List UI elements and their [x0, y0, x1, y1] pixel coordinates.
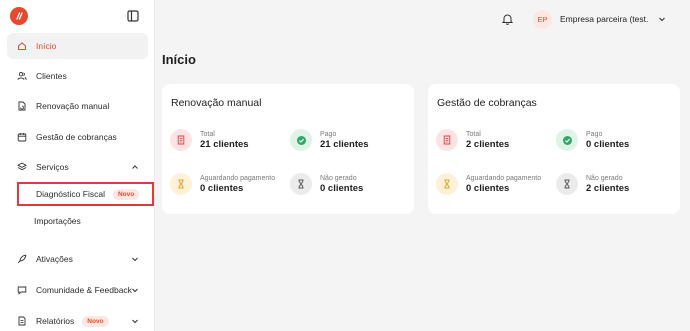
stat-total: Total 21 clientes — [170, 129, 249, 151]
sidebar-item-inicio[interactable]: Início — [7, 33, 148, 59]
logo-slashes-icon — [16, 12, 23, 20]
stat-label: Pago — [320, 130, 337, 138]
check-circle-icon — [556, 129, 578, 151]
users-icon — [17, 71, 27, 81]
stat-value: 0 clientes — [320, 182, 364, 194]
hourglass-icon — [170, 173, 192, 195]
sidebar-item-comunidade-feedback[interactable]: Comunidade & Feedback — [7, 277, 148, 303]
hourglass-icon — [290, 173, 312, 195]
chevron-down-icon — [132, 257, 138, 262]
stat-value: 21 clientes — [320, 138, 369, 150]
stat-nao-gerado: Não gerado 2 clientes — [556, 173, 629, 195]
hourglass-icon — [556, 173, 578, 195]
sidebar-subitem-label: Importações — [34, 216, 81, 226]
sidebar-item-label: Comunidade & Feedback — [36, 285, 132, 295]
document-refresh-icon — [17, 101, 27, 111]
stat-pago: Pago 0 clientes — [556, 129, 629, 151]
layers-icon — [17, 162, 27, 172]
sidebar: Início Clientes Renovação manual Gestão … — [0, 0, 155, 331]
report-icon — [17, 316, 27, 326]
stat-label: Total — [200, 130, 215, 138]
stat-aguardando: Aguardando pagamento 0 clientes — [170, 173, 275, 195]
sidebar-subitem-label: Diagnóstico Fiscal — [36, 189, 105, 199]
card-title: Gestão de cobranças — [437, 97, 537, 109]
stat-value: 0 clientes — [586, 138, 630, 150]
sidebar-item-ativacoes[interactable]: Ativações — [7, 246, 148, 272]
chevron-down-icon — [132, 319, 138, 324]
rocket-icon — [17, 254, 27, 264]
home-icon — [17, 41, 27, 51]
collapse-sidebar-icon[interactable] — [127, 10, 139, 22]
chevron-down-icon[interactable] — [657, 14, 667, 24]
stat-label: Total — [466, 130, 481, 138]
sidebar-subitem-diagnostico-fiscal[interactable]: Diagnóstico Fiscal Novo — [17, 182, 154, 206]
chevron-down-icon — [132, 288, 138, 293]
avatar[interactable]: EP — [533, 10, 552, 29]
sidebar-item-label: Início — [36, 41, 57, 51]
sidebar-item-label: Serviços — [36, 162, 69, 172]
stat-value: 0 clientes — [200, 182, 244, 194]
sidebar-item-label: Gestão de cobranças — [36, 132, 117, 142]
company-name[interactable]: Empresa parceira (test... — [560, 14, 648, 24]
sidebar-subitem-importacoes[interactable]: Importações — [17, 209, 154, 233]
notification-bell-icon[interactable] — [502, 13, 513, 25]
stat-pago: Pago 21 clientes — [290, 129, 369, 151]
stat-label: Não gerado — [586, 174, 623, 182]
sidebar-item-clientes[interactable]: Clientes — [7, 63, 148, 89]
stat-label: Pago — [586, 130, 603, 138]
stat-value: 2 clientes — [586, 182, 630, 194]
stat-value: 21 clientes — [200, 138, 249, 150]
calendar-icon — [17, 132, 27, 142]
chevron-up-icon — [132, 165, 138, 169]
sidebar-item-servicos[interactable]: Serviços — [7, 154, 148, 180]
stat-aguardando: Aguardando pagamento 0 clientes — [436, 173, 541, 195]
sidebar-item-label: Ativações — [36, 254, 73, 264]
stat-value: 0 clientes — [466, 182, 510, 194]
stat-label: Não gerado — [320, 174, 357, 182]
check-circle-icon — [290, 129, 312, 151]
document-icon — [436, 129, 458, 151]
chat-icon — [17, 285, 27, 295]
stat-total: Total 2 clientes — [436, 129, 509, 151]
stat-label: Aguardando pagamento — [466, 174, 542, 182]
hourglass-icon — [436, 173, 458, 195]
sidebar-item-renovacao-manual[interactable]: Renovação manual — [7, 93, 148, 119]
card-title: Renovação manual — [171, 97, 262, 109]
stat-nao-gerado: Não gerado 0 clientes — [290, 173, 363, 195]
sidebar-item-label: Relatórios — [36, 316, 75, 326]
card-renovacao-manual: Renovação manual Total 21 clientes Pago … — [162, 84, 414, 214]
sidebar-item-label: Renovação manual — [36, 101, 110, 111]
sidebar-item-gestao-cobrancas[interactable]: Gestão de cobranças — [7, 124, 148, 150]
stat-label: Aguardando pagamento — [200, 174, 276, 182]
document-icon — [170, 129, 192, 151]
sidebar-item-label: Clientes — [36, 71, 67, 81]
new-badge: Novo — [112, 188, 140, 200]
page-title: Início — [162, 52, 196, 67]
card-gestao-cobrancas: Gestão de cobranças Total 2 clientes Pag… — [428, 84, 680, 214]
new-badge: Novo — [82, 315, 109, 327]
brand-logo[interactable] — [10, 7, 28, 25]
sidebar-item-relatorios[interactable]: Relatórios Novo — [7, 308, 148, 331]
stat-value: 2 clientes — [466, 138, 510, 150]
